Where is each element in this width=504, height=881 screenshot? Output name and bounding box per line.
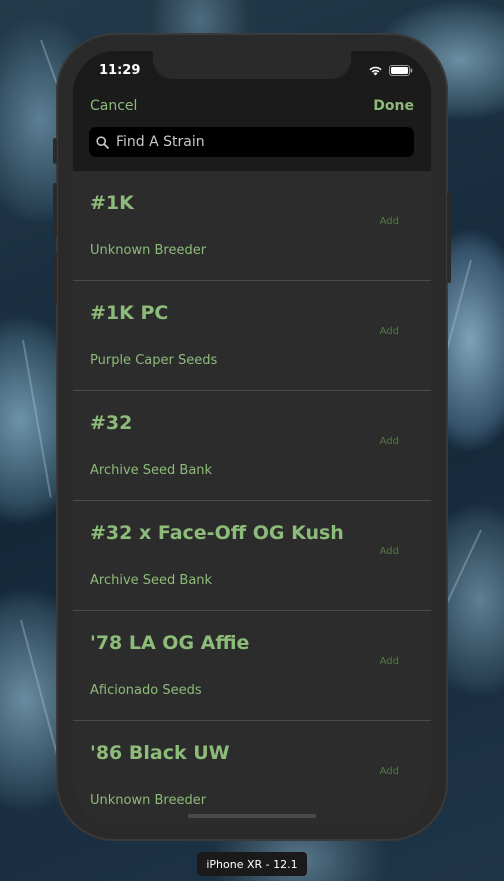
search-icon bbox=[96, 135, 109, 149]
strain-row[interactable]: #32 x Face-Off OG Kush Archive Seed Bank A… bbox=[73, 501, 431, 611]
strain-breeder: Archive Seed Bank bbox=[90, 463, 213, 478]
search-bar[interactable] bbox=[89, 127, 414, 157]
add-button[interactable]: Add bbox=[380, 326, 399, 337]
strain-row[interactable]: '78 LA OG Affie Aficionado Seeds Add bbox=[73, 611, 431, 721]
status-icons bbox=[368, 65, 413, 76]
add-button[interactable]: Add bbox=[380, 656, 399, 667]
add-button[interactable]: Add bbox=[380, 436, 399, 447]
strain-row[interactable]: #1K Unknown Breeder Add bbox=[73, 171, 431, 281]
strain-name: #1K bbox=[90, 192, 134, 214]
home-indicator bbox=[188, 814, 316, 818]
strain-row[interactable]: '86 Black UW Unknown Breeder Add bbox=[73, 721, 431, 826]
strain-row[interactable]: #1K PC Purple Caper Seeds Add bbox=[73, 281, 431, 391]
navigation-bar: Cancel Done bbox=[73, 89, 431, 119]
add-button[interactable]: Add bbox=[380, 216, 399, 227]
strain-list[interactable]: #1K Unknown Breeder Add #1K PC Purple Caper … bbox=[73, 171, 431, 826]
battery-icon bbox=[389, 65, 413, 76]
strain-breeder: Archive Seed Bank bbox=[90, 573, 213, 588]
phone-frame: 11:29 Cancel Done #1KUnknown B bbox=[53, 33, 451, 841]
strain-row[interactable]: #32 Archive Seed Bank Add bbox=[73, 391, 431, 501]
strain-name: #32 x Face-Off OG Kush bbox=[90, 522, 344, 544]
strain-name: #1K PC bbox=[90, 302, 169, 324]
add-button[interactable]: Add bbox=[380, 766, 399, 777]
done-button[interactable]: Done bbox=[373, 98, 414, 114]
cancel-button[interactable]: Cancel bbox=[90, 98, 137, 114]
strain-name: '78 LA OG Affie bbox=[90, 632, 250, 654]
wifi-icon bbox=[369, 66, 382, 76]
device-label: iPhone XR - 12.1 bbox=[197, 852, 307, 876]
strain-breeder: Aficionado Seeds bbox=[90, 683, 202, 698]
app-screen: 11:29 Cancel Done #1KUnknown B bbox=[73, 51, 431, 826]
strain-name: '86 Black UW bbox=[90, 742, 230, 764]
search-input[interactable] bbox=[114, 133, 398, 151]
status-time: 11:29 bbox=[99, 63, 141, 78]
add-button[interactable]: Add bbox=[380, 546, 399, 557]
notch bbox=[153, 51, 351, 79]
strain-name: #32 bbox=[90, 412, 133, 434]
strain-breeder: Unknown Breeder bbox=[90, 243, 207, 258]
strain-breeder: Unknown Breeder bbox=[90, 793, 207, 808]
strain-breeder: Purple Caper Seeds bbox=[90, 353, 218, 368]
